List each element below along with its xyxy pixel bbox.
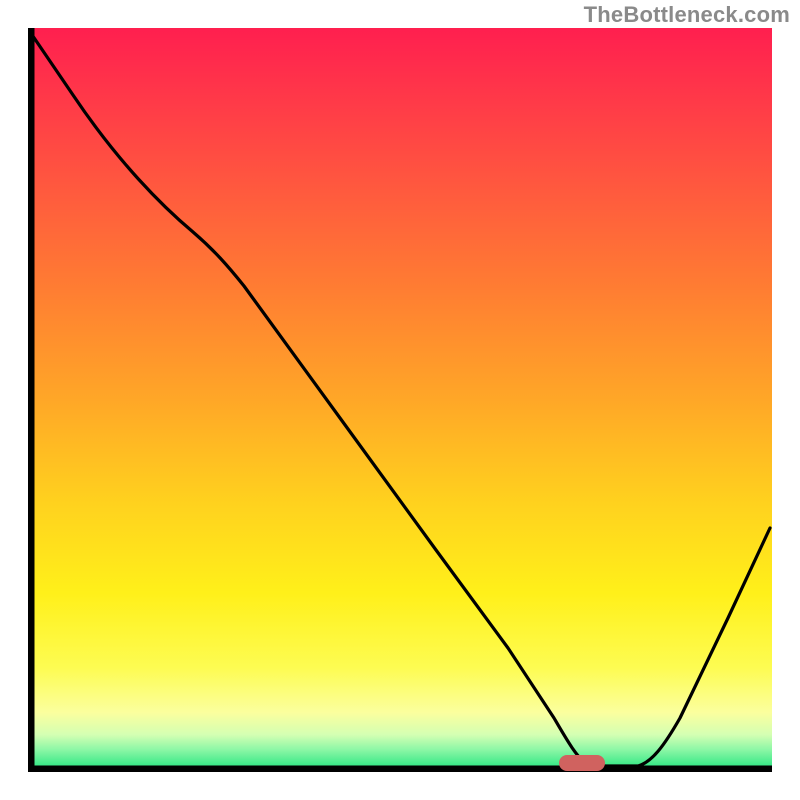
chart-container: TheBottleneck.com	[0, 0, 800, 800]
optimal-marker	[559, 755, 605, 771]
plot-area	[28, 28, 772, 772]
chart-background-gradient	[28, 28, 772, 772]
watermark-text: TheBottleneck.com	[584, 2, 790, 28]
